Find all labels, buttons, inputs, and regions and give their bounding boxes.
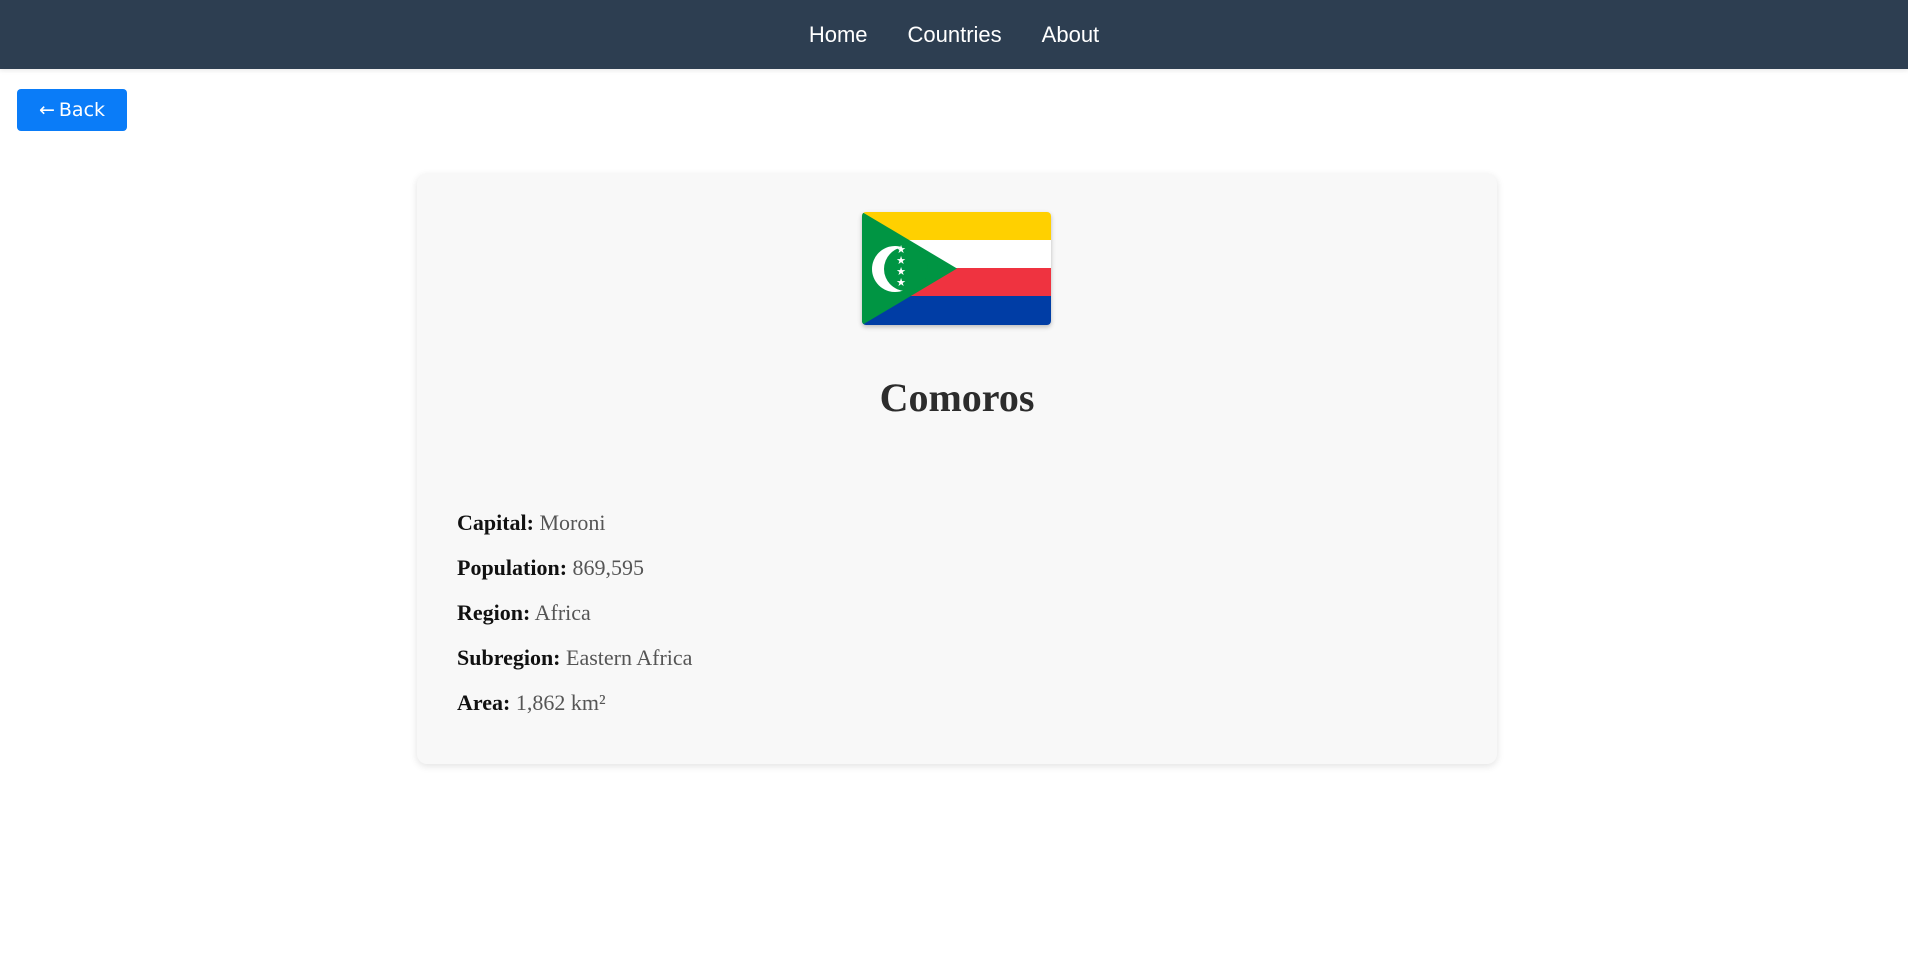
detail-value: Africa bbox=[534, 600, 591, 625]
nav-link-about[interactable]: About bbox=[1042, 22, 1100, 48]
detail-value: Eastern Africa bbox=[566, 645, 693, 670]
detail-region: Region: Africa bbox=[457, 590, 692, 635]
back-arrow-icon: ← bbox=[38, 99, 55, 121]
back-button[interactable]: ← Back bbox=[17, 89, 127, 131]
country-card: ★ ★ ★ ★ Comoros Capital: Moroni Populati… bbox=[417, 174, 1497, 764]
detail-capital: Capital: Moroni bbox=[457, 500, 692, 545]
detail-label: Region: bbox=[457, 600, 531, 625]
country-details: Capital: Moroni Population: 869,595 Regi… bbox=[457, 500, 692, 725]
nav-link-countries[interactable]: Countries bbox=[908, 22, 1002, 48]
country-name-heading: Comoros bbox=[879, 375, 1035, 420]
detail-label: Area: bbox=[457, 690, 511, 715]
detail-value: 1,862 km² bbox=[515, 690, 606, 715]
nav-link-home[interactable]: Home bbox=[809, 22, 868, 48]
detail-population: Population: 869,595 bbox=[457, 545, 692, 590]
detail-area: Area: 1,862 km² bbox=[457, 680, 692, 725]
top-navbar: Home Countries About bbox=[0, 0, 1908, 69]
detail-subregion: Subregion: Eastern Africa bbox=[457, 635, 692, 680]
comoros-flag-icon: ★ ★ ★ ★ bbox=[862, 212, 1051, 325]
detail-value: Moroni bbox=[539, 510, 606, 535]
detail-value: 869,595 bbox=[572, 555, 645, 580]
detail-label: Subregion: bbox=[457, 645, 561, 670]
detail-label: Capital: bbox=[457, 510, 534, 535]
detail-label: Population: bbox=[457, 555, 568, 580]
svg-text:★: ★ bbox=[896, 276, 906, 289]
back-button-label: Back bbox=[58, 99, 106, 121]
